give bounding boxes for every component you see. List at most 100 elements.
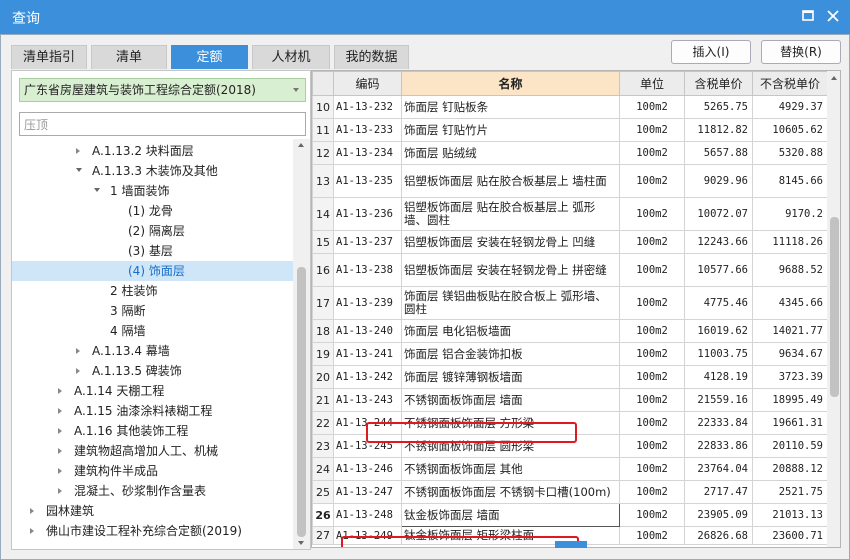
tree-item-label: A.1.13.3 木装饰及其他 — [92, 164, 218, 178]
price-notax-cell: 3723.39 — [752, 365, 828, 389]
code-cell: A1-13-246 — [333, 457, 402, 481]
table-row[interactable]: 21 A1-13-243 不锈钢面板饰面层 墙面 100m2 21559.16 18995… — [312, 388, 828, 412]
collapsed-triangle-icon[interactable] — [58, 408, 62, 414]
col-header-name[interactable]: 名称 — [401, 71, 620, 96]
price-notax-cell: 9688.52 — [752, 253, 828, 287]
tree-item[interactable]: A.1.13.3 木装饰及其他 — [12, 161, 293, 181]
tab-quota[interactable]: 定额 — [171, 45, 248, 69]
price-tax-cell: 11003.75 — [684, 342, 753, 366]
tree-item-label: 1 墙面装饰 — [110, 184, 170, 198]
tree-item[interactable]: A.1.14 天棚工程 — [12, 381, 293, 401]
tab-bill[interactable]: 清单 — [91, 45, 167, 69]
tree-item[interactable]: (3) 基层 — [12, 241, 293, 261]
table-row[interactable]: 15 A1-13-237 铝塑板饰面层 安装在轻钢龙骨上 凹缝 100m2 12243.… — [312, 230, 828, 254]
collapsed-triangle-icon[interactable] — [30, 508, 34, 514]
tree-item-label: (2) 隔离层 — [128, 224, 185, 238]
expanded-triangle-icon[interactable] — [94, 188, 100, 192]
tree-item[interactable]: 混凝土、砂浆制作含量表 — [12, 481, 293, 501]
name-cell: 饰面层 钉贴竹片 — [401, 118, 620, 142]
tree-item[interactable]: A.1.13.5 碑装饰 — [12, 361, 293, 381]
tree-item-label: A.1.13.5 碑装饰 — [92, 364, 182, 378]
replace-button[interactable]: 替换(R) — [761, 40, 841, 64]
database-select[interactable]: 广东省房屋建筑与装饰工程综合定额(2018) — [19, 78, 306, 102]
name-cell: 饰面层 贴绒绒 — [401, 141, 620, 165]
table-row[interactable]: 11 A1-13-233 饰面层 钉贴竹片 100m2 11812.82 10605.62 — [312, 118, 828, 142]
table-scrollbar[interactable] — [827, 71, 840, 547]
unit-cell: 100m2 — [619, 434, 685, 458]
tree-item[interactable]: A.1.16 其他装饰工程 — [12, 421, 293, 441]
tab-my-data[interactable]: 我的数据 — [334, 45, 409, 69]
tree-item[interactable]: 3 隔断 — [12, 301, 293, 321]
tab-bill-guide[interactable]: 清单指引 — [11, 45, 87, 69]
code-cell: A1-13-233 — [333, 118, 402, 142]
table-row[interactable]: 20 A1-13-242 饰面层 镀锌薄钢板墙面 100m2 4128.19 3723.3… — [312, 365, 828, 389]
tree-item[interactable]: 建筑物超高增加人工、机械 — [12, 441, 293, 461]
scroll-up-icon[interactable] — [298, 143, 304, 147]
tree-item[interactable]: 佛山市建设工程补充综合定额(2019) — [12, 521, 293, 539]
table-row[interactable]: 24 A1-13-246 不锈钢面板饰面层 其他 100m2 23764.04 20888… — [312, 457, 828, 481]
price-tax-cell: 9029.96 — [684, 164, 753, 198]
price-notax-cell: 20888.12 — [752, 457, 828, 481]
tree-item[interactable]: (2) 隔离层 — [12, 221, 293, 241]
tree-item[interactable]: (4) 饰面层 — [12, 261, 293, 281]
name-cell: 不锈钢面板饰面层 墙面 — [401, 388, 620, 412]
tree-item[interactable]: 4 隔墙 — [12, 321, 293, 341]
table-row[interactable]: 18 A1-13-240 饰面层 电化铝板墙面 100m2 16019.62 14021.… — [312, 319, 828, 343]
tree-scroll-thumb[interactable] — [297, 267, 306, 537]
collapsed-triangle-icon[interactable] — [76, 368, 80, 374]
collapsed-triangle-icon[interactable] — [58, 448, 62, 454]
name-cell: 饰面层 电化铝板墙面 — [401, 319, 620, 343]
table-row[interactable]: 26 A1-13-248 钛金板饰面层 墙面 100m2 23905.09 21013.1… — [312, 503, 828, 527]
insert-button[interactable]: 插入(I) — [671, 40, 751, 64]
table-row[interactable]: 17 A1-13-239 饰面层 镁铝曲板贴在胶合板上 弧形墙、圆柱 100m2 477… — [312, 286, 828, 320]
col-header-price-tax[interactable]: 含税单价 — [684, 71, 753, 96]
table-row[interactable]: 12 A1-13-234 饰面层 贴绒绒 100m2 5657.88 5320.88 — [312, 141, 828, 165]
tab-labor-material-machine[interactable]: 人材机 — [252, 45, 330, 69]
table-row[interactable]: 10 A1-13-232 饰面层 钉贴板条 100m2 5265.75 4929.37 — [312, 95, 828, 119]
col-header-unit[interactable]: 单位 — [619, 71, 685, 96]
table-row[interactable]: 25 A1-13-247 不锈钢面板饰面层 不锈钢卡口槽(100m) 100m2 271… — [312, 480, 828, 504]
splitter-handle[interactable] — [555, 541, 587, 548]
price-tax-cell: 12243.66 — [684, 230, 753, 254]
collapsed-triangle-icon[interactable] — [58, 388, 62, 394]
tree-item[interactable]: 2 柱装饰 — [12, 281, 293, 301]
name-cell: 饰面层 铝合金装饰扣板 — [401, 342, 620, 366]
tree-item-label: (4) 饰面层 — [128, 264, 185, 278]
tree-item[interactable]: 园林建筑 — [12, 501, 293, 521]
collapsed-triangle-icon[interactable] — [58, 468, 62, 474]
query-panel: 清单指引 清单 定额 人材机 我的数据 插入(I) 替换(R) 广东省房屋建筑与… — [0, 34, 850, 560]
tree-item[interactable]: (1) 龙骨 — [12, 201, 293, 221]
collapsed-triangle-icon[interactable] — [76, 148, 80, 154]
table-scroll-thumb[interactable] — [830, 217, 839, 397]
price-tax-cell: 23905.09 — [684, 503, 753, 527]
tree-item-label: (1) 龙骨 — [128, 204, 173, 218]
price-tax-cell: 22833.86 — [684, 434, 753, 458]
expanded-triangle-icon[interactable] — [76, 168, 82, 172]
table-row[interactable]: 19 A1-13-241 饰面层 铝合金装饰扣板 100m2 11003.75 9634.… — [312, 342, 828, 366]
table-row[interactable]: 14 A1-13-236 铝塑板饰面层 贴在胶合板基层上 弧形墙、圆柱 100m2 10… — [312, 197, 828, 231]
collapsed-triangle-icon[interactable] — [58, 488, 62, 494]
tree-item[interactable]: A.1.15 油漆涂料裱糊工程 — [12, 401, 293, 421]
tree-item[interactable]: 1 墙面装饰 — [12, 181, 293, 201]
collapsed-triangle-icon[interactable] — [30, 528, 34, 534]
col-header-code[interactable]: 编码 — [333, 71, 402, 96]
name-cell: 铝塑板饰面层 贴在胶合板基层上 弧形墙、圆柱 — [401, 197, 620, 231]
scroll-down-icon[interactable] — [298, 541, 304, 545]
table-row[interactable]: 16 A1-13-238 铝塑板饰面层 安装在轻钢龙骨上 拼密缝 100m2 10577… — [312, 253, 828, 287]
tree-item[interactable]: A.1.13.2 块料面层 — [12, 141, 293, 161]
search-input[interactable] — [19, 112, 306, 136]
row-index: 20 — [312, 365, 334, 389]
tree-item[interactable]: 建筑构件半成品 — [12, 461, 293, 481]
row-index: 24 — [312, 457, 334, 481]
collapsed-triangle-icon[interactable] — [76, 348, 80, 354]
tree-item[interactable]: A.1.13.4 幕墙 — [12, 341, 293, 361]
close-icon[interactable] — [826, 9, 840, 23]
maximize-icon[interactable] — [801, 9, 815, 23]
table-row[interactable]: 13 A1-13-235 铝塑板饰面层 贴在胶合板基层上 墙柱面 100m2 9029.… — [312, 164, 828, 198]
col-header-price-notax[interactable]: 不含税单价 — [752, 71, 828, 96]
chevron-down-icon[interactable] — [293, 88, 299, 92]
row-index: 17 — [312, 286, 334, 320]
tree-scrollbar[interactable] — [293, 139, 310, 549]
collapsed-triangle-icon[interactable] — [58, 428, 62, 434]
scroll-up-icon[interactable] — [831, 76, 837, 80]
